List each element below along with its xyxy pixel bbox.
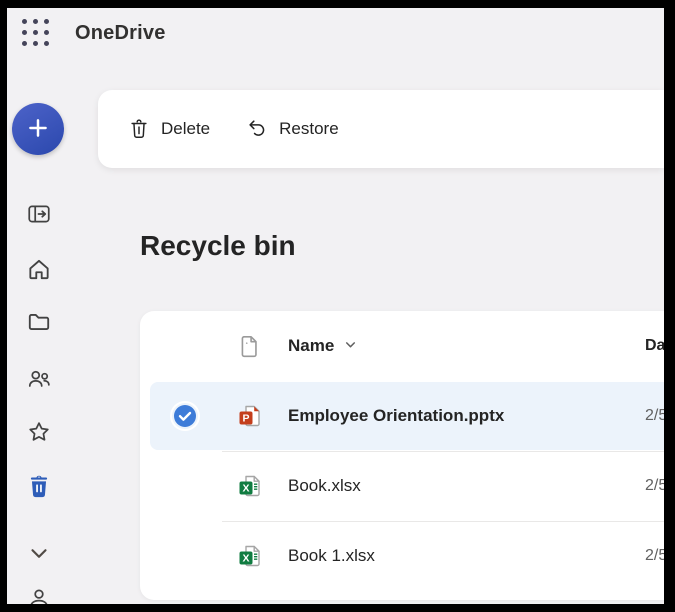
- document-icon: [237, 333, 263, 359]
- svg-text:X: X: [242, 552, 249, 564]
- plus-icon: [25, 115, 51, 144]
- window-frame: OneDrive Delete Restore Recycle bin Name…: [0, 0, 675, 612]
- restore-button[interactable]: Restore: [246, 118, 339, 140]
- delete-button[interactable]: Delete: [128, 118, 210, 140]
- powerpoint-file-icon: P: [237, 403, 263, 429]
- date-column-header[interactable]: Da: [645, 311, 664, 381]
- sidebar-item-home-icon[interactable]: [26, 256, 52, 282]
- sidebar-item-favorites-icon[interactable]: [26, 419, 52, 445]
- svg-text:X: X: [242, 482, 249, 494]
- table-header: Name Da: [140, 311, 664, 381]
- sidebar-item-expand-navigation-icon[interactable]: [26, 201, 52, 227]
- sidebar-item-account-icon[interactable]: [26, 586, 52, 604]
- restore-arrow-icon: [246, 118, 268, 140]
- file-row[interactable]: P Employee Orientation.pptx 2/5: [140, 381, 664, 451]
- onedrive-app: OneDrive Delete Restore Recycle bin Name…: [7, 8, 664, 604]
- file-name: Employee Orientation.pptx: [288, 406, 505, 425]
- sidebar-item-my-files-icon[interactable]: [26, 309, 52, 335]
- excel-file-icon: X: [237, 473, 263, 499]
- excel-file-icon: X: [237, 543, 263, 569]
- delete-button-label: Delete: [161, 119, 211, 138]
- file-name: Book.xlsx: [288, 476, 361, 495]
- trash-icon: [128, 118, 150, 140]
- file-rows: P Employee Orientation.pptx 2/5 X Book.x…: [140, 381, 664, 591]
- file-row[interactable]: X Book 1.xlsx 2/5: [140, 521, 664, 591]
- file-row[interactable]: X Book.xlsx 2/5: [140, 451, 664, 521]
- top-bar: OneDrive: [7, 8, 664, 64]
- name-column-label: Name: [288, 336, 335, 355]
- file-list-panel: Name Da P Employee Orientation.pptx 2/5 …: [140, 311, 664, 600]
- date-deleted: 2/5: [645, 477, 664, 494]
- date-deleted: 2/5: [645, 407, 664, 424]
- new-button[interactable]: [12, 103, 64, 155]
- sidebar-item-recycle-bin-icon[interactable]: [26, 474, 52, 500]
- app-title: OneDrive: [75, 22, 166, 44]
- selected-check-icon[interactable]: [172, 403, 198, 429]
- sidebar-item-more-icon[interactable]: [26, 540, 52, 566]
- date-deleted: 2/5: [645, 547, 664, 564]
- restore-button-label: Restore: [279, 119, 339, 138]
- name-column-header[interactable]: Name: [288, 311, 357, 381]
- command-bar: Delete Restore: [98, 90, 664, 168]
- page-title: Recycle bin: [140, 230, 296, 261]
- svg-text:P: P: [242, 412, 249, 424]
- file-name: Book 1.xlsx: [288, 546, 375, 565]
- app-launcher-icon[interactable]: [22, 19, 49, 46]
- sidebar-item-people-icon[interactable]: [26, 366, 52, 392]
- file-type-column-header[interactable]: [237, 333, 263, 359]
- chevron-down-icon: [344, 336, 357, 356]
